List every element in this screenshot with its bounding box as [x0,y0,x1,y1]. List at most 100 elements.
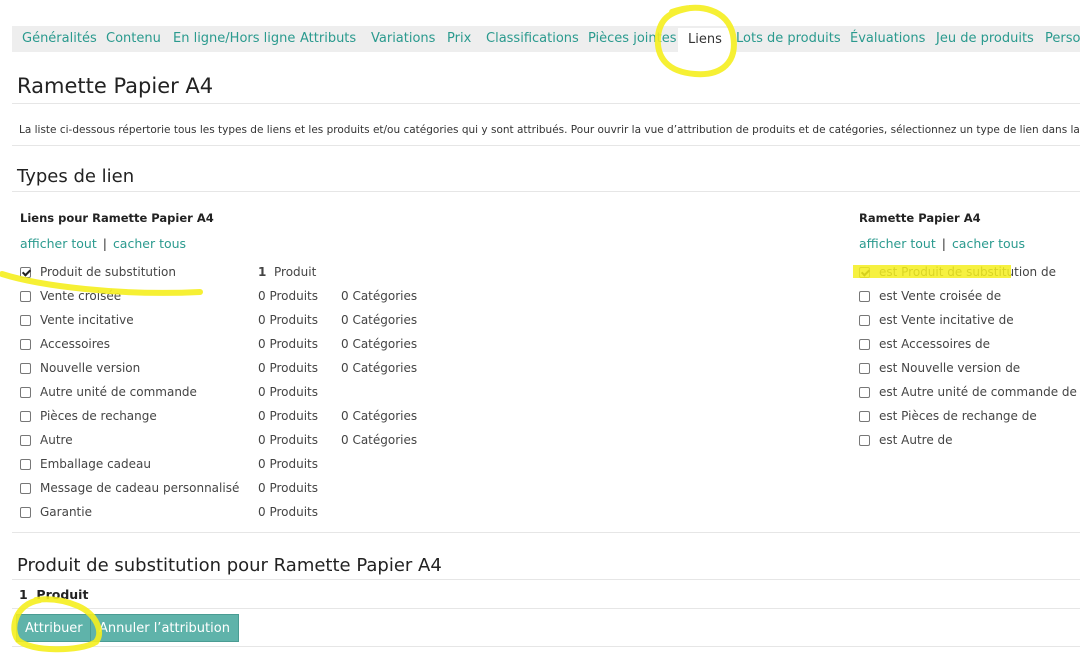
product-count: 0 Produits [258,289,318,303]
reverse-link-checkbox[interactable] [859,387,870,398]
link-type-checkbox[interactable] [20,483,31,494]
reverse-link-checkbox[interactable] [859,267,870,278]
tab-prix[interactable]: Prix [447,26,471,52]
link-type-checkbox[interactable] [20,411,31,422]
link-type-label: Autre [40,433,73,447]
reverse-link-label: est Nouvelle version de [879,361,1021,375]
link-type-checkbox[interactable] [20,315,31,326]
divider [12,532,1080,533]
link-type-checkbox[interactable] [20,387,31,398]
category-count: 0 Catégories [341,313,418,327]
reverse-link-checkbox[interactable] [859,411,870,422]
link-type-checkbox[interactable] [20,339,31,350]
link-type-row[interactable]: Produit de substitution 1 Produit [20,265,440,283]
reverse-link-label: est Vente croisée de [879,289,1002,303]
category-count: 0 Catégories [341,409,418,423]
link-type-row[interactable]: Pièces de rechange 0 Produits 0 Catégori… [20,409,440,427]
product-count-number: 1 [258,265,267,279]
link-type-label: Vente croisée [40,289,122,303]
reverse-link-label: est Accessoires de [879,337,991,351]
product-count: 0 Produits [258,457,318,471]
link-type-checkbox[interactable] [20,435,31,446]
link-type-label: Vente incitative [40,313,134,327]
link-type-label: Emballage cadeau [40,457,151,471]
reverse-link-label: est Autre unité de commande de [879,385,1077,399]
reverse-link-checkbox[interactable] [859,339,870,350]
hide-all-link[interactable]: cacher tous [113,236,186,251]
product-count: 0 Produits [258,313,318,327]
reverse-link-checkbox[interactable] [859,435,870,446]
page-title: Ramette Papier A4 [17,74,214,98]
divider [12,103,1080,104]
reverse-link-checkbox[interactable] [859,291,870,302]
link-type-row[interactable]: Message de cadeau personnalisé 0 Produit… [20,481,440,499]
link-type-row[interactable]: Emballage cadeau 0 Produits [20,457,440,475]
unassign-button[interactable]: Annuler l’attribution [90,614,239,642]
tab-jeu-de-produits[interactable]: Jeu de produits [936,26,1034,52]
divider [12,145,1080,146]
link-type-row[interactable]: Vente croisée 0 Produits 0 Catégories [20,289,440,307]
link-type-row[interactable]: Vente incitative 0 Produits 0 Catégories [20,313,440,331]
link-type-checkbox[interactable] [20,291,31,302]
divider [12,608,1080,609]
assigned-summary: 1 Produit [19,587,88,602]
link-type-label: Autre unité de commande [40,385,197,399]
reverse-link-row[interactable]: est Vente incitative de [859,313,1074,331]
link-type-row[interactable]: Garantie 0 Produits [20,505,440,523]
link-type-row[interactable]: Nouvelle version 0 Produits 0 Catégories [20,361,440,379]
reverse-link-label: est Vente incitative de [879,313,1014,327]
product-count: 0 Produits [258,385,318,399]
tab-evaluations[interactable]: Évaluations [850,26,925,52]
product-count: 0 Produits [258,505,318,519]
assign-button[interactable]: Attribuer [16,614,92,642]
reverse-link-checkbox[interactable] [859,315,870,326]
link-type-row[interactable]: Autre 0 Produits 0 Catégories [20,433,440,451]
tab-generalites[interactable]: Généralités [22,26,97,52]
link-type-label: Pièces de rechange [40,409,157,423]
tab-contenu[interactable]: Contenu [106,26,161,52]
tab-variations[interactable]: Variations [371,26,435,52]
reverse-link-label: est Autre de [879,433,953,447]
link-type-row[interactable]: Autre unité de commande 0 Produits [20,385,440,403]
show-all-link[interactable]: afficher tout [859,236,936,251]
tab-pieces-jointes[interactable]: Pièces jointes [588,26,677,52]
divider [12,191,1080,192]
right-column-heading: Ramette Papier A4 [859,211,981,225]
link-type-label: Nouvelle version [40,361,141,375]
link-type-label: Message de cadeau personnalisé [40,481,240,495]
tab-liens[interactable]: Liens [678,28,732,52]
link-type-label: Accessoires [40,337,111,351]
reverse-link-row[interactable]: est Autre de [859,433,1074,451]
hide-all-link[interactable]: cacher tous [952,236,1025,251]
link-type-checkbox[interactable] [20,507,31,518]
reverse-link-row[interactable]: est Nouvelle version de [859,361,1074,379]
separator: | [941,236,946,251]
page-description: La liste ci-dessous répertorie tous les … [19,124,1080,136]
left-column-heading: Liens pour Ramette Papier A4 [20,211,214,225]
link-type-checkbox[interactable] [20,459,31,470]
tab-en-ligne[interactable]: En ligne/Hors ligne [173,26,295,52]
tab-person[interactable]: Person [1045,26,1080,52]
tab-lots-de-produits[interactable]: Lots de produits [736,26,841,52]
left-toggle-links: afficher tout | cacher tous [20,236,186,251]
types-section-title: Types de lien [17,166,135,187]
show-all-link[interactable]: afficher tout [20,236,97,251]
assigned-count: 1 [19,587,28,602]
reverse-link-row[interactable]: est Pièces de rechange de [859,409,1074,427]
product-count: 1 Produit [258,265,316,279]
reverse-link-row[interactable]: est Autre unité de commande de [859,385,1077,403]
product-count: 0 Produits [258,337,318,351]
reverse-link-label: est Pièces de rechange de [879,409,1037,423]
link-type-checkbox[interactable] [20,363,31,374]
reverse-link-label: est Produit de substitution de [879,265,1056,279]
link-type-row[interactable]: Accessoires 0 Produits 0 Catégories [20,337,440,355]
tab-attributs[interactable]: Attributs [300,26,356,52]
product-count: 0 Produits [258,361,318,375]
tab-classifications[interactable]: Classifications [486,26,579,52]
reverse-link-row[interactable]: est Accessoires de [859,337,1074,355]
link-type-checkbox[interactable] [20,267,31,278]
reverse-link-checkbox[interactable] [859,363,870,374]
reverse-link-row[interactable]: est Produit de substitution de [859,265,1074,283]
category-count: 0 Catégories [341,289,418,303]
reverse-link-row[interactable]: est Vente croisée de [859,289,1074,307]
